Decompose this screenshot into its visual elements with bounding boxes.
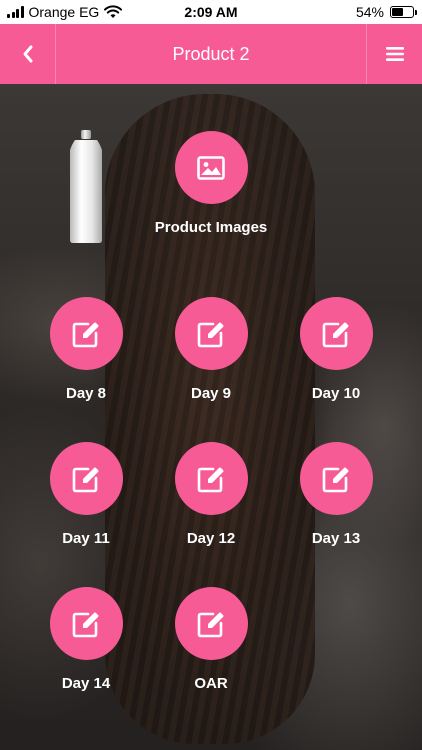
chevron-left-icon (23, 45, 32, 63)
day-tile-circle (299, 297, 373, 370)
status-bar: Orange EG 2:09 AM 54% (0, 0, 422, 24)
edit-icon (72, 322, 99, 347)
day-tile[interactable]: Day 14 (26, 587, 146, 707)
product-images-circle (174, 131, 248, 204)
day-tile-label: Day 10 (311, 385, 361, 402)
menu-button[interactable] (366, 24, 422, 84)
day-tile-circle (174, 587, 248, 660)
day-tile-label: Day 13 (311, 530, 361, 547)
day-tile[interactable]: Day 12 (151, 442, 271, 562)
day-tile-circle (299, 442, 373, 515)
day-tile-circle (49, 587, 123, 660)
day-tile-label: OAR (194, 675, 228, 692)
screen: Orange EG 2:09 AM 54% Product 2 Product … (0, 0, 422, 750)
product-images-button[interactable]: Product Images (151, 131, 271, 251)
day-tile-label: Day 11 (62, 530, 110, 547)
day-tile-circle (174, 297, 248, 370)
day-tile-label: Day 8 (65, 385, 107, 402)
edit-icon (72, 612, 99, 637)
day-tile[interactable]: Day 11 (26, 442, 146, 562)
day-tile[interactable]: Day 10 (276, 297, 396, 417)
day-tile-label: Day 12 (186, 530, 236, 547)
page-title: Product 2 (172, 43, 250, 64)
product-images-label: Product Images (154, 219, 268, 236)
day-tile-label: Day 9 (190, 385, 232, 402)
day-tile-label: Day 14 (61, 675, 111, 692)
nav-bar: Product 2 (0, 24, 422, 84)
day-tile[interactable]: Day 9 (151, 297, 271, 417)
edit-icon (197, 467, 224, 492)
battery-percent: 54% (355, 4, 384, 20)
hamburger-menu-icon (385, 47, 404, 61)
product-bottle-image (70, 130, 102, 243)
edit-icon (322, 322, 349, 347)
day-tile[interactable]: Day 13 (276, 442, 396, 562)
day-tile-circle (174, 442, 248, 515)
edit-icon (322, 467, 349, 492)
edit-icon (197, 612, 224, 637)
battery-icon (390, 6, 417, 18)
edit-icon (197, 322, 224, 347)
status-right: 54% (355, 4, 417, 20)
day-tile[interactable]: OAR (151, 587, 271, 707)
day-tile-circle (49, 297, 123, 370)
day-tile[interactable]: Day 8 (26, 297, 146, 417)
edit-icon (72, 467, 99, 492)
image-icon (197, 155, 225, 180)
back-button[interactable] (0, 24, 56, 84)
day-tile-circle (49, 442, 123, 515)
